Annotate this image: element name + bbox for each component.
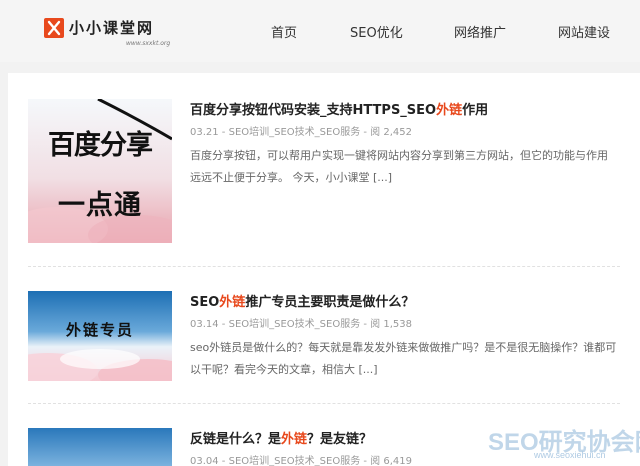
post-list: 百度分享 一点通 百度分享按钮代码安装_支持HTTPS_SEO外链作用 03.2… [8, 73, 640, 466]
post-title[interactable]: SEO外链推广专员主要职责是做什么？ [190, 291, 414, 310]
thumbnail-text: 外链专员 [65, 321, 134, 339]
post-title-text: 反链是什么？是 [190, 432, 282, 447]
logo-subtitle: www.sxxkt.org [126, 40, 171, 47]
post-thumbnail[interactable]: 百度分享 一点通 [28, 99, 172, 243]
post-excerpt: seo外链员是做什么的？每天就是靠发发外链来做做推广吗？是不是很无脑操作？谁都可… [190, 341, 617, 376]
post-thumbnail[interactable] [28, 428, 172, 466]
divider [28, 403, 620, 404]
post-thumbnail[interactable]: 外链专员 [28, 291, 172, 381]
nav-network-promotion[interactable]: 网络推广 [454, 22, 506, 41]
logo-x-icon [44, 17, 64, 38]
post-meta: 03.14 - SEO培训_SEO技术_SEO服务 - 阅 1,538 [190, 319, 412, 330]
watermark-url: www.seoxiehui.cn [534, 450, 606, 460]
post-meta: 03.04 - SEO培训_SEO技术_SEO服务 - 阅 6,419 [190, 456, 412, 466]
post-meta: 03.21 - SEO培训_SEO技术_SEO服务 - 阅 2,452 [190, 127, 412, 138]
post-title-text-end: ？是友链？ [307, 432, 373, 447]
divider [28, 266, 620, 267]
thumbnail-text-line2: 一点通 [58, 190, 142, 221]
post-title-text-end: 作用 [462, 103, 489, 118]
post-title-highlight: 外链 [219, 295, 246, 310]
watermark: SEO研究协会网 www.seoxiehui.cn [488, 422, 640, 462]
nav-website-building[interactable]: 网站建设 [558, 22, 610, 41]
nav-seo-optimization[interactable]: SEO优化 [350, 22, 403, 41]
post-title-highlight: 外链 [436, 103, 463, 118]
post-title[interactable]: 百度分享按钮代码安装_支持HTTPS_SEO外链作用 [190, 99, 488, 118]
site-logo[interactable]: 小小课堂网 [44, 17, 154, 38]
site-header: 小小课堂网 www.sxxkt.org 首页 SEO优化 网络推广 网站建设 [0, 0, 640, 62]
post-title-text: 百度分享按钮代码安装_支持HTTPS_SEO [190, 103, 437, 118]
nav-home[interactable]: 首页 [271, 22, 297, 41]
post-title-text-end: 推广专员主要职责是做什么？ [245, 295, 415, 310]
post-title-text: SEO [190, 295, 220, 310]
logo-text: 小小课堂网 [69, 19, 155, 37]
thumbnail-text-line1: 百度分享 [48, 130, 153, 161]
post-excerpt: 百度分享按钮，可以帮用户实现一键将网站内容分享到第三方网站，但它的功能与作用远远… [190, 149, 608, 184]
post-title-highlight: 外链 [281, 432, 308, 447]
post-title[interactable]: 反链是什么？是外链？是友链？ [190, 428, 372, 447]
